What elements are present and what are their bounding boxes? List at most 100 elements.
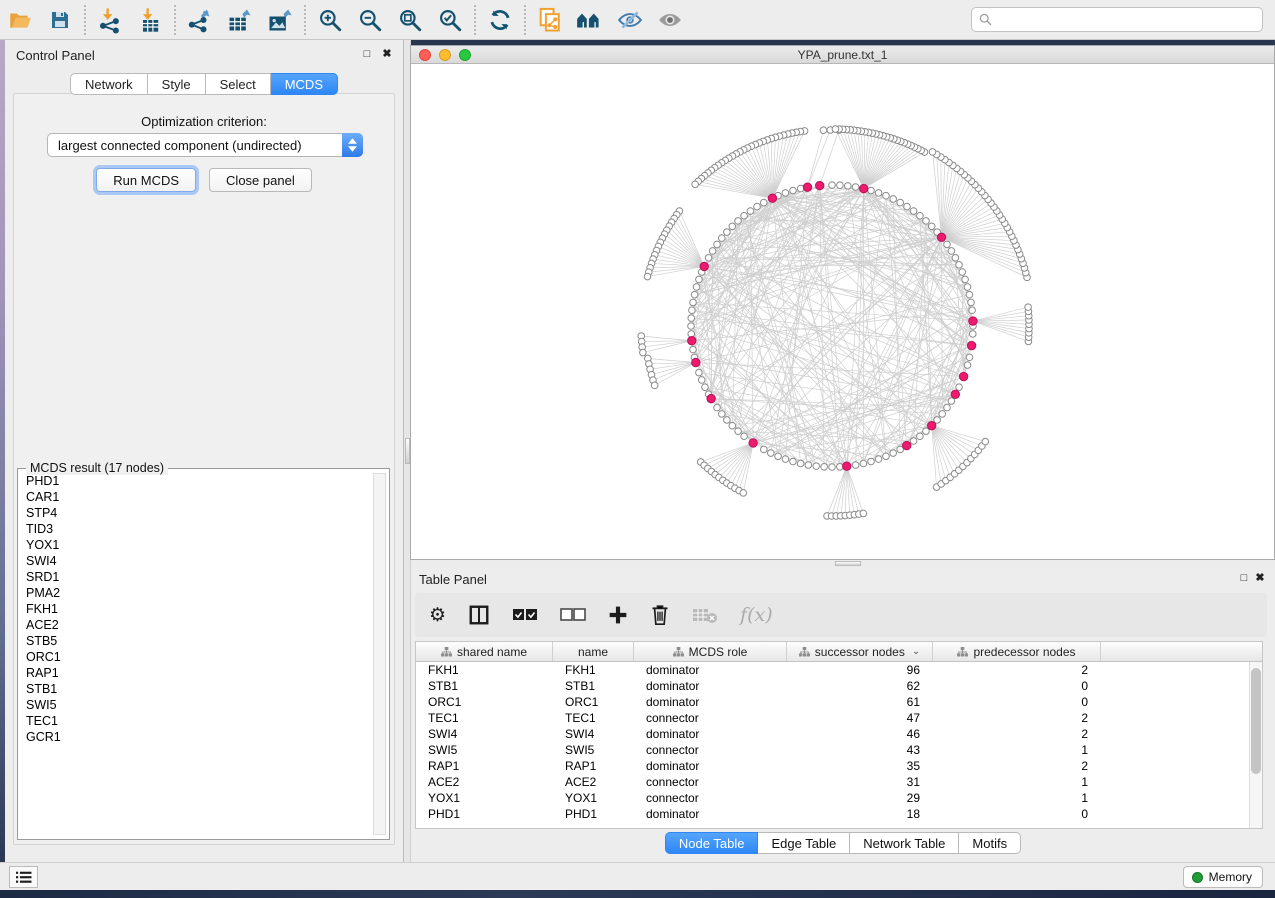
table-row[interactable]: SWI5SWI5connector431 — [416, 742, 1262, 758]
list-icon — [16, 871, 32, 884]
optimization-criterion-select[interactable]: largest connected component (undirected) — [47, 133, 363, 157]
table-cell: STB1 — [416, 678, 553, 694]
main-toolbar — [0, 0, 1275, 40]
duplicate-network-icon[interactable] — [530, 3, 570, 37]
mcds-result-item[interactable]: SWI5 — [19, 697, 371, 713]
tab-style[interactable]: Style — [148, 73, 206, 95]
open-file-icon[interactable] — [0, 3, 40, 37]
table-panel: Table Panel □ ✖ ⚙ f(x) shared namenameMC… — [411, 567, 1275, 862]
deselect-all-rows-icon[interactable] — [560, 600, 586, 630]
table-cell: 1 — [933, 774, 1101, 790]
tab-mcds[interactable]: MCDS — [271, 73, 338, 95]
table-row[interactable]: STB1STB1dominator620 — [416, 678, 1262, 694]
tab-node-table[interactable]: Node Table — [665, 832, 759, 854]
table-row[interactable]: FKH1FKH1dominator962 — [416, 662, 1262, 678]
mcds-result-item[interactable]: TEC1 — [19, 713, 371, 729]
network-window-title: YPA_prune.txt_1 — [411, 48, 1274, 62]
network-canvas[interactable] — [411, 64, 1274, 559]
show-columns-icon[interactable] — [468, 600, 490, 630]
memory-status-icon — [1192, 872, 1203, 883]
mcds-result-scrollbar[interactable] — [373, 473, 386, 835]
table-scrollbar[interactable] — [1249, 662, 1262, 828]
table-row[interactable]: YOX1YOX1connector291 — [416, 790, 1262, 806]
optimization-criterion-value: largest connected component (undirected) — [48, 138, 342, 153]
table-row[interactable]: SWI4SWI4dominator462 — [416, 726, 1262, 742]
network-window-titlebar[interactable]: YPA_prune.txt_1 — [411, 46, 1274, 64]
mcds-result-item[interactable]: CAR1 — [19, 489, 371, 505]
column-header-successor-nodes[interactable]: successor nodes⌄ — [787, 642, 933, 661]
zoom-selected-icon[interactable] — [430, 3, 470, 37]
import-network-icon[interactable] — [90, 3, 130, 37]
save-session-icon[interactable] — [40, 3, 80, 37]
toolbar-separator — [174, 5, 176, 35]
close-panel-icon[interactable]: ✖ — [1253, 571, 1267, 585]
hide-selected-icon[interactable] — [610, 3, 650, 37]
table-row[interactable]: RAP1RAP1dominator352 — [416, 758, 1262, 774]
tab-network[interactable]: Network — [70, 73, 148, 95]
show-all-icon[interactable] — [650, 3, 690, 37]
horizontal-splitter[interactable] — [411, 560, 1275, 567]
mcds-result-item[interactable]: ORC1 — [19, 649, 371, 665]
refresh-view-icon[interactable] — [480, 3, 520, 37]
search-input[interactable] — [971, 7, 1263, 32]
scrollbar-thumb[interactable] — [1251, 668, 1261, 774]
run-mcds-button[interactable]: Run MCDS — [96, 168, 196, 192]
mcds-result-item[interactable]: RAP1 — [19, 665, 371, 681]
tab-network-table[interactable]: Network Table — [850, 832, 959, 854]
table-cell: 62 — [787, 678, 933, 694]
mcds-result-item[interactable]: YOX1 — [19, 537, 371, 553]
table-row[interactable]: TEC1TEC1connector472 — [416, 710, 1262, 726]
task-history-button[interactable] — [9, 866, 38, 888]
node-table[interactable]: shared namenameMCDS rolesuccessor nodes⌄… — [415, 641, 1263, 829]
mcds-result-list[interactable]: PHD1CAR1STP4TID3YOX1SWI4SRD1PMA2FKH1ACE2… — [19, 473, 371, 835]
table-row[interactable]: ORC1ORC1dominator610 — [416, 694, 1262, 710]
mcds-result-item[interactable]: SWI4 — [19, 553, 371, 569]
table-cell: SWI4 — [416, 726, 553, 742]
import-table-icon[interactable] — [130, 3, 170, 37]
first-neighbors-icon[interactable] — [570, 3, 610, 37]
mcds-result-item[interactable]: GCR1 — [19, 729, 371, 745]
column-header-name[interactable]: name — [553, 642, 634, 661]
mcds-result-item[interactable]: FKH1 — [19, 601, 371, 617]
mcds-result-item[interactable]: STB5 — [19, 633, 371, 649]
float-panel-icon[interactable]: □ — [1237, 571, 1251, 585]
mcds-result-item[interactable]: STP4 — [19, 505, 371, 521]
table-cell: YOX1 — [553, 790, 634, 806]
mcds-result-item[interactable]: SRD1 — [19, 569, 371, 585]
export-table-icon[interactable] — [220, 3, 260, 37]
table-options-icon[interactable]: ⚙ — [429, 600, 446, 630]
close-panel-button[interactable]: Close panel — [209, 168, 312, 192]
mcds-result-item[interactable]: ACE2 — [19, 617, 371, 633]
table-cell: ACE2 — [553, 774, 634, 790]
mcds-result-item[interactable]: STB1 — [19, 681, 371, 697]
table-cell: SWI5 — [416, 742, 553, 758]
table-row[interactable]: ACE2ACE2connector311 — [416, 774, 1262, 790]
delete-selected-icon[interactable] — [650, 600, 670, 630]
table-cell: 1 — [933, 742, 1101, 758]
tab-edge-table[interactable]: Edge Table — [758, 832, 850, 854]
export-image-icon[interactable] — [260, 3, 300, 37]
add-column-icon[interactable] — [608, 600, 628, 630]
zoom-fit-icon[interactable] — [390, 3, 430, 37]
mcds-result-item[interactable]: PMA2 — [19, 585, 371, 601]
table-row[interactable]: PHD1PHD1dominator180 — [416, 806, 1262, 822]
table-cell: 2 — [933, 758, 1101, 774]
column-header-MCDS-role[interactable]: MCDS role — [634, 642, 787, 661]
column-header-predecessor-nodes[interactable]: predecessor nodes — [933, 642, 1101, 661]
splitter-handle[interactable] — [835, 561, 861, 566]
mcds-result-item[interactable]: PHD1 — [19, 473, 371, 489]
tab-select[interactable]: Select — [206, 73, 271, 95]
close-panel-icon[interactable]: ✖ — [380, 47, 394, 61]
table-cell: connector — [634, 774, 787, 790]
memory-button[interactable]: Memory — [1183, 866, 1263, 888]
mcds-result-item[interactable]: TID3 — [19, 521, 371, 537]
table-cell: ORC1 — [416, 694, 553, 710]
tab-motifs[interactable]: Motifs — [959, 832, 1021, 854]
zoom-in-icon[interactable] — [310, 3, 350, 37]
column-header-shared-name[interactable]: shared name — [416, 642, 553, 661]
float-panel-icon[interactable]: □ — [360, 47, 374, 61]
apply-function-icon: f(x) — [740, 600, 773, 630]
zoom-out-icon[interactable] — [350, 3, 390, 37]
select-all-rows-icon[interactable] — [512, 600, 538, 630]
export-network-icon[interactable] — [180, 3, 220, 37]
